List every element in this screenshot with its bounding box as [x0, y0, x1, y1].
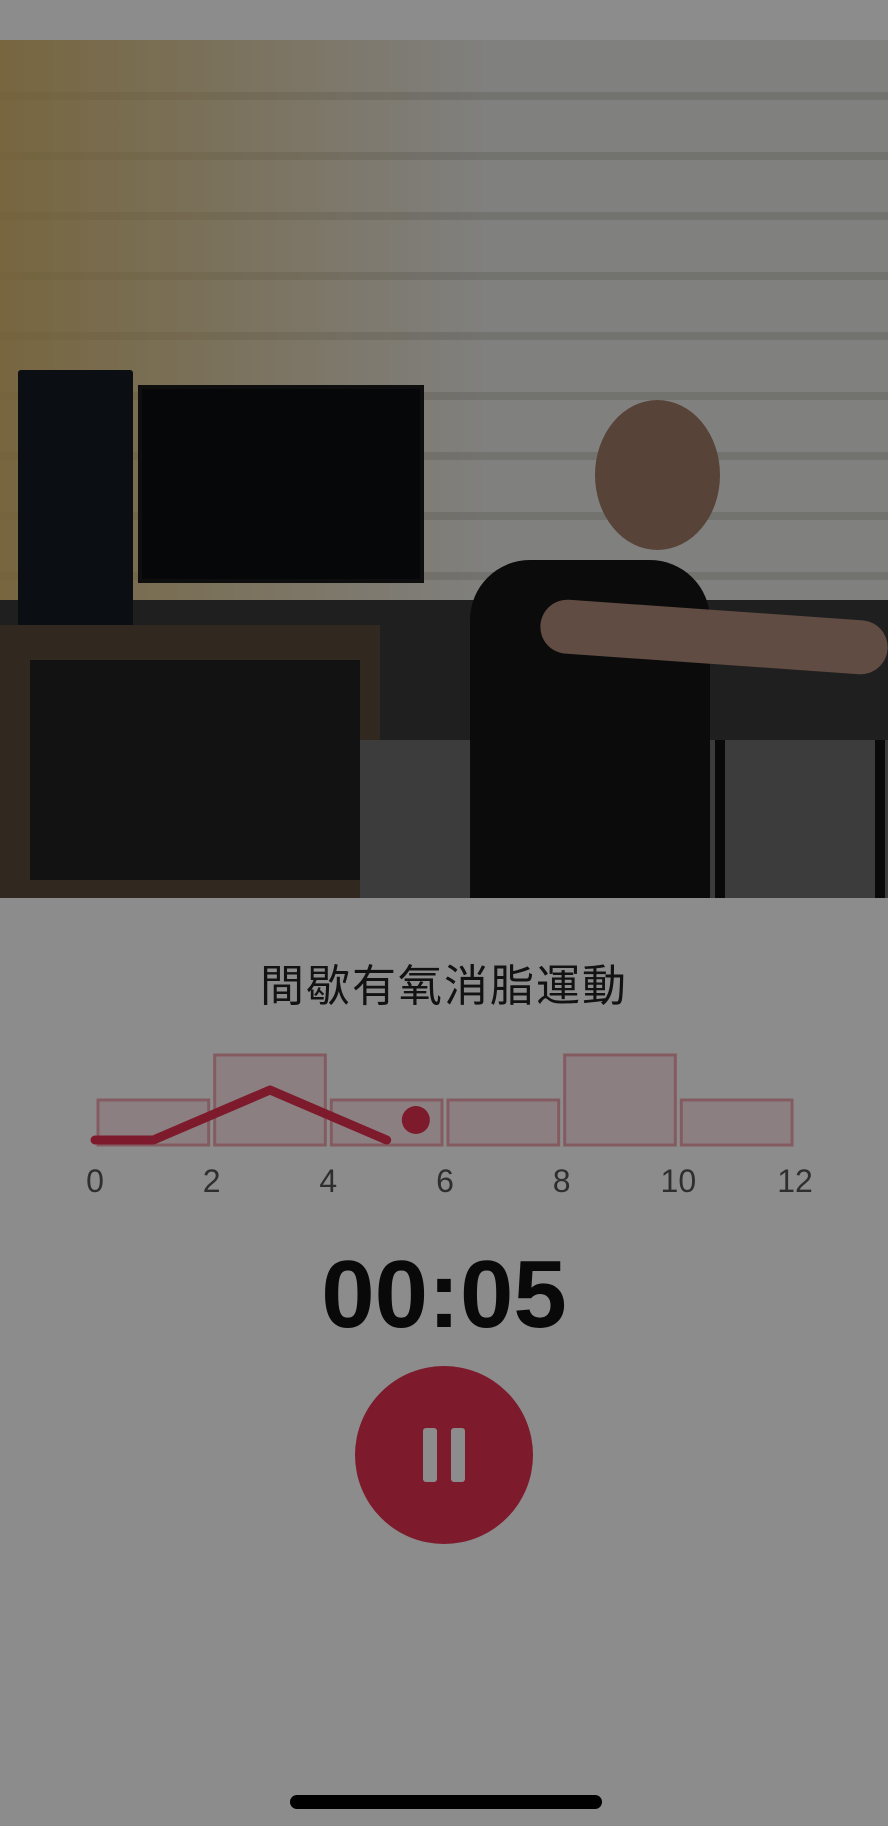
intensity-block-5	[679, 1098, 794, 1147]
pause-button[interactable]	[355, 1366, 533, 1544]
exercise-video[interactable]	[0, 40, 888, 898]
video-stool	[715, 740, 885, 898]
pause-icon	[423, 1428, 437, 1482]
home-indicator[interactable]	[290, 1795, 602, 1809]
video-background-wall	[0, 40, 888, 600]
x-tick-label: 10	[661, 1163, 697, 1199]
x-tick-label: 4	[319, 1163, 337, 1199]
intensity-block-1	[213, 1053, 327, 1147]
video-desk-shelf	[30, 660, 360, 880]
x-tick-label: 8	[553, 1163, 571, 1199]
workout-screen: 間歇有氧消脂運動 0 2 4 6 8 10 12 00:05	[0, 0, 888, 1826]
x-axis-ticks: 0 2 4 6 8 10 12	[86, 1163, 813, 1199]
video-monitor	[138, 385, 424, 583]
intensity-block-3	[446, 1098, 561, 1147]
video-cabinet	[18, 370, 133, 640]
x-tick-label: 0	[86, 1163, 104, 1199]
intensity-blocks	[96, 1053, 794, 1147]
x-tick-label: 6	[436, 1163, 454, 1199]
intensity-block-4	[563, 1053, 677, 1147]
workout-title: 間歇有氧消脂運動	[260, 961, 628, 1012]
progress-dot	[401, 1106, 430, 1134]
elapsed-timer: 00:05	[321, 1241, 567, 1348]
x-tick-label: 2	[203, 1163, 221, 1199]
intensity-chart: 0 2 4 6 8 10 12	[86, 1053, 813, 1199]
pause-icon-bar	[451, 1428, 465, 1482]
x-tick-label: 12	[777, 1163, 813, 1199]
video-person-head	[595, 400, 720, 550]
